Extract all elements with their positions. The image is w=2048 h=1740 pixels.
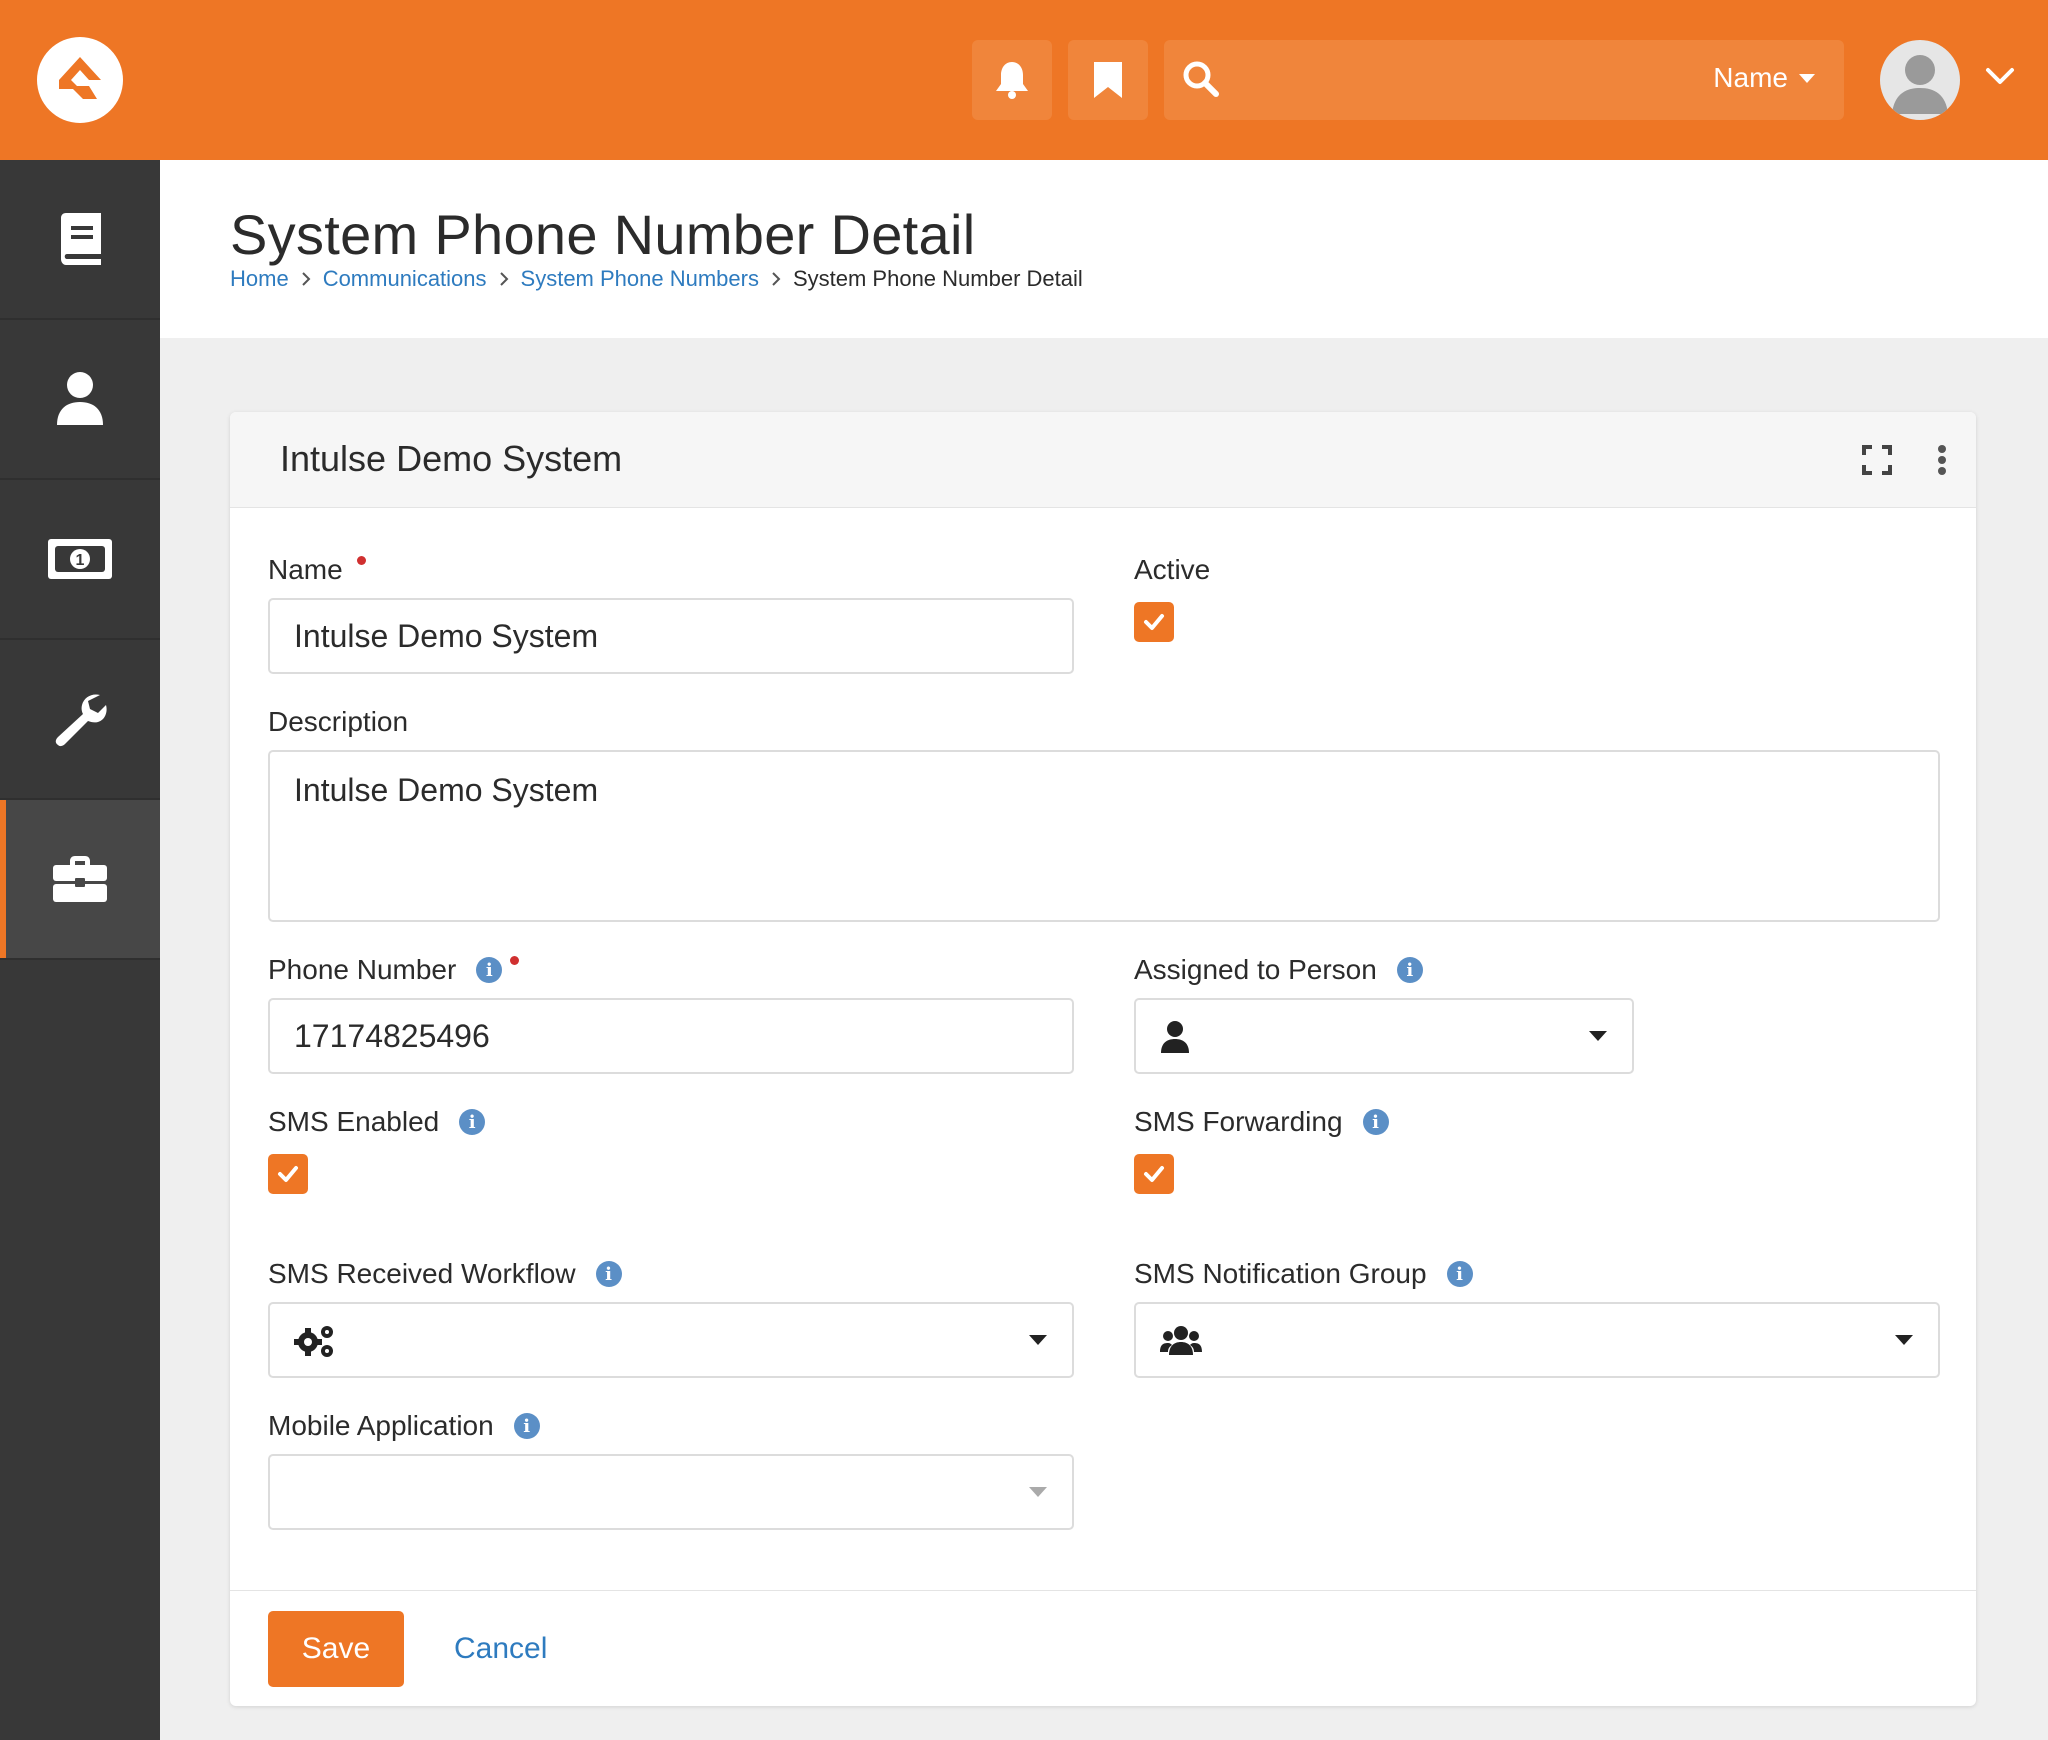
- sms-group-picker[interactable]: [1134, 1302, 1940, 1378]
- name-value: Intulse Demo System: [294, 617, 599, 654]
- assigned-person-picker[interactable]: [1134, 998, 1634, 1074]
- info-icon[interactable]: i: [1362, 1109, 1389, 1135]
- page-title: System Phone Number Detail: [230, 203, 976, 266]
- bell-icon: [996, 62, 1028, 99]
- caret-down-icon: [1799, 74, 1815, 83]
- svg-text:1: 1: [76, 552, 85, 569]
- breadcrumb-current: System Phone Number Detail: [792, 266, 1083, 291]
- active-label: Active: [1134, 554, 1210, 586]
- gears-icon: [294, 1326, 333, 1357]
- caret-down-icon: [1589, 1031, 1607, 1041]
- sms-enabled-label: SMS Enabled i: [268, 1106, 486, 1138]
- page-header: System Phone Number Detail Home Communic…: [160, 160, 2048, 338]
- name-label: Name: [268, 554, 366, 586]
- breadcrumb-communications[interactable]: Communications: [323, 266, 487, 292]
- info-icon[interactable]: i: [1446, 1261, 1473, 1287]
- sms-forwarding-label: SMS Forwarding i: [1134, 1106, 1389, 1138]
- panel-header: Intulse Demo System: [230, 412, 1976, 508]
- chevron-right-icon: [499, 271, 509, 287]
- name-label-text: Name: [268, 554, 343, 585]
- sidebar-item-tools[interactable]: [0, 640, 160, 800]
- detail-panel: Intulse Demo System Name Intulse Demo Sy…: [230, 412, 1976, 1706]
- search-filter-label: Name: [1713, 62, 1788, 93]
- search-filter-dropdown[interactable]: Name: [1713, 62, 1816, 94]
- breadcrumb-home[interactable]: Home: [230, 266, 289, 292]
- caret-down-icon: [1029, 1487, 1047, 1497]
- wrench-icon: [55, 694, 107, 747]
- name-field[interactable]: Intulse Demo System: [268, 598, 1074, 674]
- assigned-person-label: Assigned to Person i: [1134, 954, 1423, 986]
- rock-logo[interactable]: [37, 37, 123, 123]
- description-textarea[interactable]: Intulse Demo System: [268, 750, 1940, 922]
- chevron-down-icon[interactable]: [1985, 66, 2015, 86]
- sms-group-label: SMS Notification Group i: [1134, 1258, 1473, 1290]
- info-icon[interactable]: i: [459, 1109, 486, 1135]
- sms-enabled-checkbox[interactable]: [268, 1154, 308, 1194]
- assigned-person-label-text: Assigned to Person: [1134, 954, 1377, 985]
- avatar[interactable]: [1880, 40, 1960, 120]
- briefcase-icon: [53, 856, 107, 902]
- bookmarks-button[interactable]: [1068, 40, 1148, 120]
- chevron-right-icon: [771, 271, 781, 287]
- caret-down-icon: [1029, 1335, 1047, 1345]
- sms-forwarding-label-text: SMS Forwarding: [1134, 1106, 1343, 1137]
- required-indicator: [510, 955, 520, 965]
- breadcrumb: Home Communications System Phone Numbers…: [230, 266, 1083, 292]
- phone-number-label: Phone Number i: [268, 954, 520, 986]
- bookmark-icon: [1094, 62, 1122, 98]
- sms-workflow-label: SMS Received Workflow i: [268, 1258, 622, 1290]
- sms-group-label-text: SMS Notification Group: [1134, 1258, 1427, 1289]
- info-icon[interactable]: i: [1396, 957, 1423, 983]
- info-icon[interactable]: i: [595, 1261, 622, 1287]
- mobile-app-label: Mobile Application i: [268, 1410, 540, 1442]
- info-icon[interactable]: i: [476, 957, 503, 983]
- notifications-button[interactable]: [972, 40, 1052, 120]
- person-icon: [1161, 1021, 1189, 1053]
- user-avatar-icon: [1892, 55, 1948, 114]
- more-options-icon[interactable]: [1936, 444, 1948, 476]
- person-icon: [57, 372, 103, 425]
- sidebar-item-finance[interactable]: 1: [0, 480, 160, 640]
- info-icon[interactable]: i: [513, 1413, 540, 1439]
- cancel-button[interactable]: Cancel: [454, 1611, 547, 1687]
- sidebar-item-admin[interactable]: [0, 800, 160, 960]
- sidebar-item-library[interactable]: [0, 160, 160, 320]
- mobile-app-label-text: Mobile Application: [268, 1410, 494, 1441]
- sidebar-item-people[interactable]: [0, 320, 160, 480]
- search-bar: Name: [1164, 40, 1844, 120]
- users-icon: [1160, 1326, 1202, 1355]
- phone-number-label-text: Phone Number: [268, 954, 457, 985]
- checkmark-icon: [1144, 1166, 1164, 1182]
- search-input[interactable]: [1234, 52, 1634, 108]
- sidebar: 1: [0, 160, 160, 1740]
- sms-forwarding-checkbox[interactable]: [1134, 1154, 1174, 1194]
- description-label: Description: [268, 706, 408, 738]
- mobile-app-select[interactable]: [268, 1454, 1074, 1530]
- save-button[interactable]: Save: [268, 1611, 404, 1687]
- description-label-text: Description: [268, 706, 409, 737]
- checkmark-icon: [278, 1166, 298, 1182]
- breadcrumb-system-phone-numbers[interactable]: System Phone Numbers: [521, 266, 759, 292]
- caret-down-icon: [1895, 1335, 1913, 1345]
- required-indicator: [356, 555, 366, 565]
- checkmark-icon: [1144, 614, 1164, 630]
- sms-workflow-picker[interactable]: [268, 1302, 1074, 1378]
- logo-icon: [59, 57, 101, 99]
- sms-workflow-label-text: SMS Received Workflow: [268, 1258, 576, 1289]
- chevron-right-icon: [301, 271, 311, 287]
- fullscreen-icon[interactable]: [1862, 445, 1892, 475]
- sms-enabled-label-text: SMS Enabled: [268, 1106, 440, 1137]
- phone-number-value: 17174825496: [294, 1017, 490, 1054]
- book-icon: [61, 213, 101, 265]
- money-icon: 1: [48, 539, 112, 579]
- description-value: Intulse Demo System: [294, 772, 599, 808]
- panel-footer: Save Cancel: [230, 1590, 1976, 1706]
- active-checkbox[interactable]: [1134, 602, 1174, 642]
- panel-title: Intulse Demo System: [280, 438, 623, 479]
- active-label-text: Active: [1134, 554, 1211, 585]
- search-icon[interactable]: [1182, 60, 1220, 98]
- top-navbar: Name: [0, 0, 2048, 160]
- phone-number-field[interactable]: 17174825496: [268, 998, 1074, 1074]
